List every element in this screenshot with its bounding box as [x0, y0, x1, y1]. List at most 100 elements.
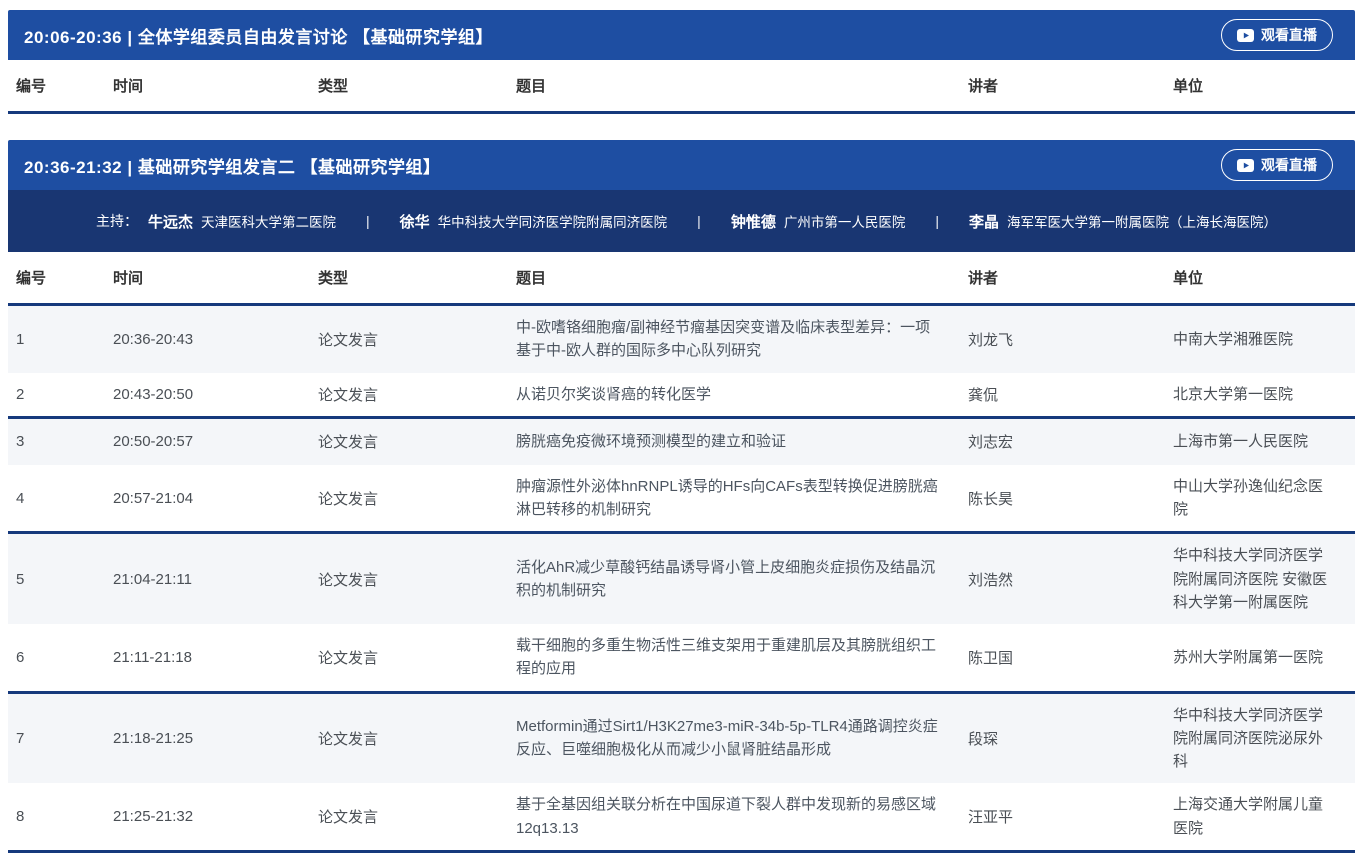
row-title: Metformin通过Sirt1/H3K27me3-miR-34b-5p-TLR…: [508, 705, 960, 772]
row-time: 20:50-20:57: [105, 423, 310, 460]
column-header-no: 编号: [8, 257, 105, 298]
row-affiliation: 华中科技大学同济医学院附属同济医院泌尿外科: [1165, 694, 1355, 784]
table-header-row: 编号 时间 类型 题目 讲者 单位: [8, 252, 1355, 306]
row-type: 论文发言: [310, 421, 508, 462]
moderator-name: 牛远杰: [148, 214, 193, 231]
row-title: 基于全基因组关联分析在中国尿道下裂人群中发现新的易感区域12q13.13: [508, 783, 960, 850]
schedule-rows: 1 20:36-20:43 论文发言 中-欧嗜铬细胞瘤/副神经节瘤基因突变谱及临…: [8, 306, 1355, 853]
column-header-org: 单位: [1165, 65, 1355, 106]
table-row: 6 21:11-21:18 论文发言 载干细胞的多重生物活性三维支架用于重建肌层…: [8, 624, 1355, 694]
row-type: 论文发言: [310, 796, 508, 837]
moderator-divider: |: [935, 213, 939, 229]
row-type: 论文发言: [310, 637, 508, 678]
row-speaker: 陈卫国: [960, 637, 1165, 678]
moderator-org: 广州市第一人民医院: [784, 215, 906, 230]
moderator-org: 海军军医大学第一附属医院（上海长海医院）: [1007, 215, 1277, 230]
moderator-name: 李晶: [969, 214, 999, 231]
table-header-row: 编号 时间 类型 题目 讲者 单位: [8, 60, 1355, 114]
watch-live-button[interactable]: 观看直播: [1221, 19, 1333, 51]
column-header-title: 题目: [508, 257, 960, 298]
row-number: 1: [8, 321, 105, 358]
row-title: 活化AhR减少草酸钙结晶诱导肾小管上皮细胞炎症损伤及结晶沉积的机制研究: [508, 546, 960, 613]
row-number: 2: [8, 376, 105, 413]
watch-live-button[interactable]: 观看直播: [1221, 149, 1333, 181]
table-row: 8 21:25-21:32 论文发言 基于全基因组关联分析在中国尿道下裂人群中发…: [8, 783, 1355, 853]
session-title: 20:06-20:36 | 全体学组委员自由发言讨论 【基础研究学组】: [24, 23, 493, 48]
row-number: 5: [8, 561, 105, 598]
row-title: 从诺贝尔奖谈肾癌的转化医学: [508, 373, 960, 416]
row-speaker: 段琛: [960, 718, 1165, 759]
row-time: 21:04-21:11: [105, 561, 310, 598]
play-video-icon: [1237, 29, 1254, 42]
moderator-item: 牛远杰天津医科大学第二医院: [148, 211, 336, 232]
row-affiliation: 上海交通大学附属儿童医院: [1165, 783, 1355, 850]
session-header-bar: 20:06-20:36 | 全体学组委员自由发言讨论 【基础研究学组】 观看直播: [8, 10, 1355, 60]
session-section-basic-research: 20:36-21:32 | 基础研究学组发言二 【基础研究学组】 观看直播 主持…: [8, 140, 1355, 853]
row-affiliation: 苏州大学附属第一医院: [1165, 636, 1355, 679]
row-time: 21:11-21:18: [105, 639, 310, 676]
moderator-item: 徐华华中科技大学同济医学院附属同济医院: [400, 211, 668, 232]
moderator-org: 天津医科大学第二医院: [201, 215, 336, 230]
row-type: 论文发言: [310, 718, 508, 759]
moderators-strip: 主持： 牛远杰天津医科大学第二医院 | 徐华华中科技大学同济医学院附属同济医院 …: [8, 190, 1355, 252]
row-time: 20:43-20:50: [105, 376, 310, 413]
table-row: 2 20:43-20:50 论文发言 从诺贝尔奖谈肾癌的转化医学 龚侃 北京大学…: [8, 373, 1355, 419]
watch-live-label: 观看直播: [1261, 25, 1317, 45]
row-type: 论文发言: [310, 319, 508, 360]
moderator-name: 徐华: [400, 214, 430, 231]
play-video-icon: [1237, 159, 1254, 172]
column-header-speaker: 讲者: [960, 257, 1165, 298]
row-title: 膀胱癌免疫微环境预测模型的建立和验证: [508, 420, 960, 463]
row-number: 7: [8, 720, 105, 757]
session-section-discussion: 20:06-20:36 | 全体学组委员自由发言讨论 【基础研究学组】 观看直播…: [8, 10, 1355, 114]
row-affiliation: 北京大学第一医院: [1165, 373, 1355, 416]
column-header-time: 时间: [105, 257, 310, 298]
row-time: 20:57-21:04: [105, 480, 310, 517]
moderator-item: 李晶海军军医大学第一附属医院（上海长海医院）: [969, 211, 1277, 232]
row-affiliation: 中南大学湘雅医院: [1165, 318, 1355, 361]
table-row: 4 20:57-21:04 论文发言 肿瘤源性外泌体hnRNPL诱导的HFs向C…: [8, 465, 1355, 535]
table-row: 1 20:36-20:43 论文发言 中-欧嗜铬细胞瘤/副神经节瘤基因突变谱及临…: [8, 306, 1355, 373]
moderator-item: 钟惟德广州市第一人民医院: [731, 211, 906, 232]
row-speaker: 龚侃: [960, 374, 1165, 415]
column-header-type: 类型: [310, 257, 508, 298]
table-row: 3 20:50-20:57 论文发言 膀胱癌免疫微环境预测模型的建立和验证 刘志…: [8, 419, 1355, 465]
row-number: 8: [8, 798, 105, 835]
column-header-type: 类型: [310, 65, 508, 106]
column-header-no: 编号: [8, 65, 105, 106]
row-speaker: 汪亚平: [960, 796, 1165, 837]
table-row: 7 21:18-21:25 论文发言 Metformin通过Sirt1/H3K2…: [8, 694, 1355, 784]
row-speaker: 刘龙飞: [960, 319, 1165, 360]
column-header-time: 时间: [105, 65, 310, 106]
row-type: 论文发言: [310, 478, 508, 519]
table-row: 5 21:04-21:11 论文发言 活化AhR减少草酸钙结晶诱导肾小管上皮细胞…: [8, 534, 1355, 624]
row-time: 21:18-21:25: [105, 720, 310, 757]
row-number: 6: [8, 639, 105, 676]
row-time: 20:36-20:43: [105, 321, 310, 358]
row-affiliation: 中山大学孙逸仙纪念医院: [1165, 465, 1355, 532]
row-speaker: 刘浩然: [960, 559, 1165, 600]
row-speaker: 陈长昊: [960, 478, 1165, 519]
row-title: 载干细胞的多重生物活性三维支架用于重建肌层及其膀胱组织工程的应用: [508, 624, 960, 691]
row-number: 4: [8, 480, 105, 517]
row-type: 论文发言: [310, 374, 508, 415]
session-header-bar: 20:36-21:32 | 基础研究学组发言二 【基础研究学组】 观看直播: [8, 140, 1355, 190]
row-affiliation: 上海市第一人民医院: [1165, 420, 1355, 463]
row-number: 3: [8, 423, 105, 460]
row-title: 肿瘤源性外泌体hnRNPL诱导的HFs向CAFs表型转换促进膀胱癌淋巴转移的机制…: [508, 465, 960, 532]
moderator-divider: |: [366, 213, 370, 229]
column-header-speaker: 讲者: [960, 65, 1165, 106]
column-header-org: 单位: [1165, 257, 1355, 298]
row-title: 中-欧嗜铬细胞瘤/副神经节瘤基因突变谱及临床表型差异：一项基于中-欧人群的国际多…: [508, 306, 960, 373]
row-time: 21:25-21:32: [105, 798, 310, 835]
moderator-org: 华中科技大学同济医学院附属同济医院: [438, 215, 668, 230]
moderator-name: 钟惟德: [731, 214, 776, 231]
moderator-label: 主持：: [96, 211, 138, 231]
row-affiliation: 华中科技大学同济医学院附属同济医院 安徽医科大学第一附属医院: [1165, 534, 1355, 624]
moderator-divider: |: [697, 213, 701, 229]
row-speaker: 刘志宏: [960, 421, 1165, 462]
row-type: 论文发言: [310, 559, 508, 600]
session-title: 20:36-21:32 | 基础研究学组发言二 【基础研究学组】: [24, 153, 441, 178]
watch-live-label: 观看直播: [1261, 155, 1317, 175]
column-header-title: 题目: [508, 65, 960, 106]
